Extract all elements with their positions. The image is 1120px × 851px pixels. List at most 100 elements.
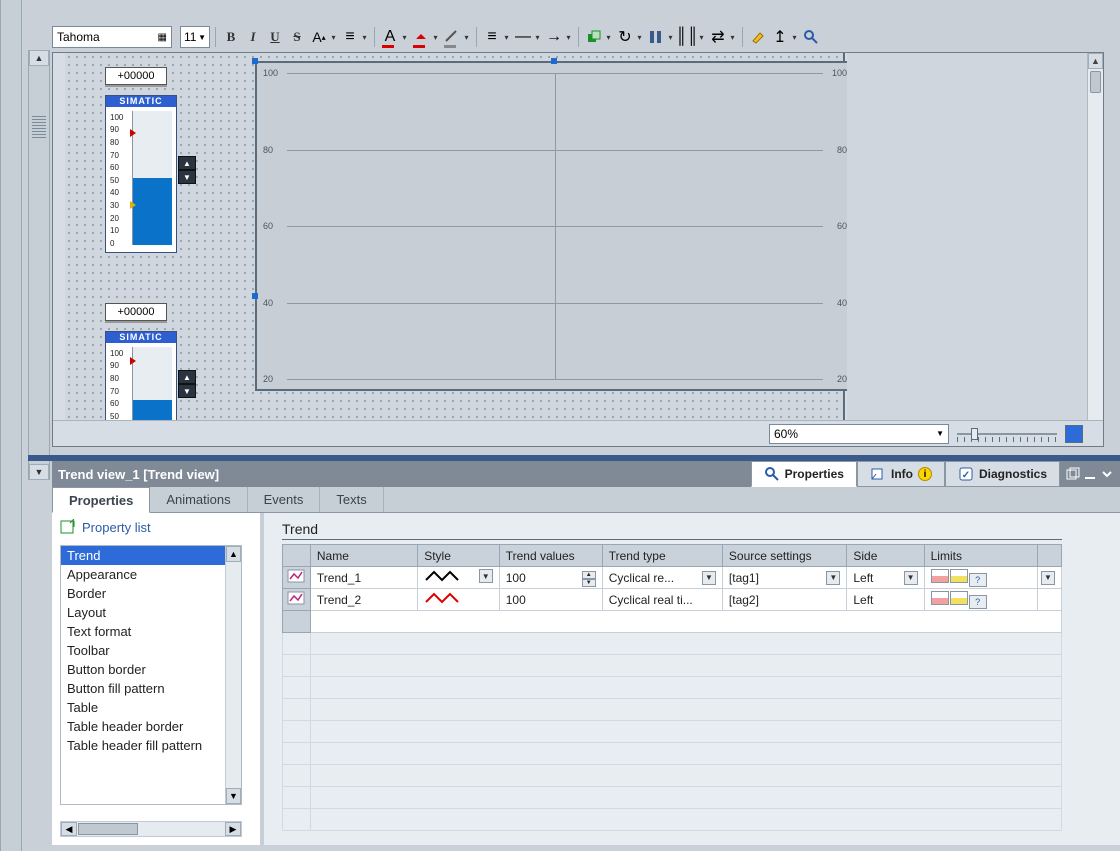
limit-query-icon[interactable]: ?: [969, 573, 987, 587]
resize-handle[interactable]: [252, 58, 258, 64]
collapse-up-icon[interactable]: ▲: [29, 50, 49, 66]
cell-source[interactable]: [tag2]: [722, 589, 846, 611]
italic-button[interactable]: I: [243, 27, 263, 47]
collapse-down-icon[interactable]: ▼: [29, 464, 49, 480]
gauge-2[interactable]: SIMATIC 1009080706050403020100 ▲ ▼: [105, 331, 177, 431]
zoom-slider[interactable]: [957, 426, 1057, 442]
window-restore-icon[interactable]: [1066, 467, 1080, 481]
propnav-item[interactable]: Text format: [61, 622, 241, 641]
resize-handle[interactable]: [252, 293, 258, 299]
cell-source[interactable]: [tag1]▼: [722, 567, 846, 589]
table-row[interactable]: Trend_1 ▼ 100▲▼Cyclical re...▼[tag1]▼Left▼…: [283, 567, 1062, 589]
dropdown-icon[interactable]: ▼: [826, 571, 840, 585]
cell-style[interactable]: ▼: [418, 567, 500, 589]
trend-view-object[interactable]: 1001008080606040402020: [255, 61, 855, 391]
subtab-events[interactable]: Events: [248, 487, 321, 512]
scroll-up-icon[interactable]: ▲: [226, 546, 241, 562]
col-source[interactable]: Source settings: [722, 545, 846, 567]
col-style[interactable]: Style: [418, 545, 500, 567]
trend-table[interactable]: Name Style Trend values Trend type Sourc…: [282, 544, 1062, 831]
dropdown-icon[interactable]: ▼: [702, 571, 716, 585]
tab-properties[interactable]: Properties: [751, 461, 857, 487]
add-new-row[interactable]: [283, 611, 1062, 633]
scroll-right-icon[interactable]: ▶: [225, 822, 241, 836]
propnav-vscroll[interactable]: ▲ ▼: [225, 546, 241, 804]
layer-forward-button[interactable]: ▾: [584, 27, 613, 47]
window-minimize-icon[interactable]: [1083, 467, 1097, 481]
line-color-button[interactable]: ▾: [442, 27, 471, 47]
scroll-down-icon[interactable]: ▼: [226, 788, 241, 804]
propnav-item[interactable]: Table header fill pattern: [61, 736, 241, 755]
fill-color-button[interactable]: ▾: [411, 27, 440, 47]
add-new-label[interactable]: [310, 611, 1061, 633]
rotate-button[interactable]: ↻▾: [615, 27, 644, 47]
cell-extra[interactable]: ▼: [1038, 567, 1062, 589]
cell-side[interactable]: Left: [847, 589, 924, 611]
cell-limits[interactable]: ?: [924, 589, 1038, 611]
highlight-button[interactable]: [748, 27, 768, 47]
cell-name[interactable]: Trend_2: [310, 589, 417, 611]
dropdown-icon[interactable]: ▼: [1041, 571, 1055, 585]
propnav-item[interactable]: Trend: [61, 546, 241, 565]
grip-icon[interactable]: [32, 116, 46, 140]
io-field-2[interactable]: +00000: [105, 303, 167, 321]
gauge-1[interactable]: SIMATIC 1009080706050403020100 ▲ ▼: [105, 95, 177, 253]
tab-diagnostics[interactable]: ✓ Diagnostics: [945, 461, 1060, 487]
line-style-button[interactable]: ≡▾: [482, 27, 511, 47]
cell-extra[interactable]: [1038, 589, 1062, 611]
propnav-item[interactable]: Border: [61, 584, 241, 603]
text-size-pair[interactable]: A▴▾: [309, 27, 338, 47]
propnav-item[interactable]: Table header border: [61, 717, 241, 736]
propnav-item[interactable]: Toolbar: [61, 641, 241, 660]
limit-high-icon[interactable]: [931, 569, 949, 583]
col-side[interactable]: Side: [847, 545, 924, 567]
step-down-icon[interactable]: ▼: [178, 384, 196, 398]
resize-handle[interactable]: [551, 58, 557, 64]
flip-button[interactable]: ⇄▾: [708, 27, 737, 47]
line-width-button[interactable]: —▾: [513, 27, 542, 47]
distribute-button[interactable]: ║║▾: [677, 27, 706, 47]
strike-button[interactable]: S: [287, 27, 307, 47]
dropdown-icon[interactable]: ▼: [479, 569, 493, 583]
col-trend-type[interactable]: Trend type: [602, 545, 722, 567]
cell-name[interactable]: Trend_1: [310, 567, 417, 589]
subtab-properties[interactable]: Properties: [52, 487, 150, 513]
propnav-item[interactable]: Button border: [61, 660, 241, 679]
design-canvas[interactable]: +00000 +00000 SIMATIC 100908070605040302…: [65, 53, 845, 446]
zoom-find-button[interactable]: [801, 27, 821, 47]
arrow-up-button[interactable]: ↥▾: [770, 27, 799, 47]
step-up-icon[interactable]: ▲: [178, 370, 196, 384]
col-name[interactable]: Name: [310, 545, 417, 567]
propnav-item[interactable]: Layout: [61, 603, 241, 622]
align-pair[interactable]: ≡▾: [340, 27, 369, 47]
cell-values[interactable]: 100▲▼: [499, 567, 602, 589]
col-limits[interactable]: Limits: [924, 545, 1038, 567]
font-select[interactable]: Tahoma ▦: [52, 26, 172, 48]
spinner[interactable]: ▲▼: [582, 571, 596, 585]
scroll-up-icon[interactable]: ▲: [1088, 53, 1103, 69]
cell-limits[interactable]: ?: [924, 567, 1038, 589]
font-size-select[interactable]: 11 ▼: [180, 26, 210, 48]
scroll-thumb[interactable]: [78, 823, 138, 835]
property-category-list[interactable]: TrendAppearanceBorderLayoutText formatTo…: [60, 545, 242, 805]
canvas-vscroll[interactable]: ▲ ▼: [1087, 53, 1103, 446]
limit-high-icon[interactable]: [931, 591, 949, 605]
cell-style[interactable]: [418, 589, 500, 611]
bold-button[interactable]: B: [221, 27, 241, 47]
col-trend-values[interactable]: Trend values: [499, 545, 602, 567]
cell-type[interactable]: Cyclical re...▼: [602, 567, 722, 589]
dropdown-icon[interactable]: ▼: [904, 571, 918, 585]
propnav-hscroll[interactable]: ◀ ▶: [60, 821, 242, 837]
line-end-button[interactable]: →▾: [544, 27, 573, 47]
slider-thumb[interactable]: [971, 428, 978, 440]
cell-side[interactable]: Left▼: [847, 567, 924, 589]
subtab-animations[interactable]: Animations: [150, 487, 247, 512]
fit-screen-button[interactable]: [1065, 425, 1083, 443]
cell-type[interactable]: Cyclical real ti...: [602, 589, 722, 611]
chevron-down-icon[interactable]: [1100, 467, 1114, 481]
gauge-2-stepper[interactable]: ▲ ▼: [178, 370, 196, 398]
limit-warn-icon[interactable]: [950, 591, 968, 605]
subtab-texts[interactable]: Texts: [320, 487, 383, 512]
step-down-icon[interactable]: ▼: [178, 170, 196, 184]
propnav-item[interactable]: Table: [61, 698, 241, 717]
